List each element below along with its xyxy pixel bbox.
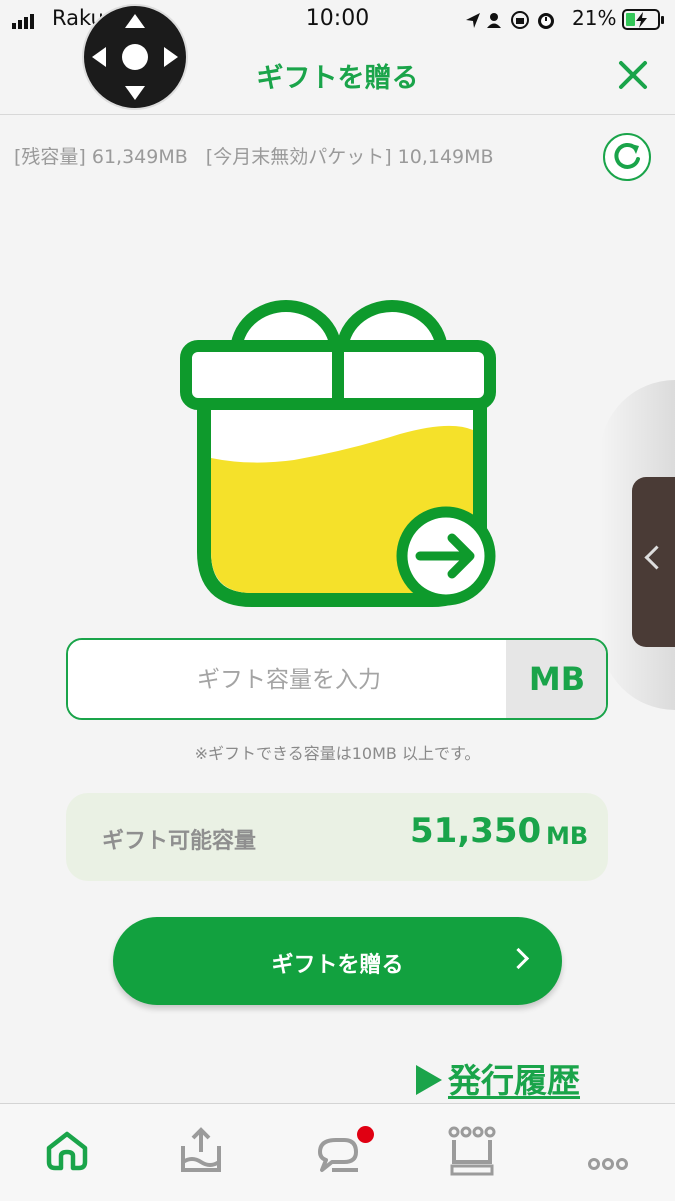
tab-data-transfer[interactable] — [171, 1122, 231, 1182]
person-icon — [490, 13, 498, 21]
close-icon[interactable] — [612, 54, 654, 96]
available-label: ギフト可能容量 — [102, 829, 257, 854]
unit-label: MB — [506, 640, 606, 718]
arrow-left-icon — [92, 47, 106, 67]
location-icon — [466, 13, 480, 28]
side-drawer-tab[interactable] — [632, 477, 675, 647]
arrow-down-icon — [125, 86, 145, 100]
tab-more[interactable] — [578, 1122, 638, 1182]
battery-icon — [622, 9, 664, 30]
chevron-left-icon — [644, 545, 669, 570]
home-icon — [46, 1131, 88, 1171]
joystick-center — [122, 44, 148, 70]
tab-bar — [0, 1103, 675, 1201]
status-icons — [466, 11, 554, 29]
remaining-capacity: [残容量] 61,349MB — [14, 146, 188, 168]
data-info: [残容量] 61,349MB [今月末無効パケット] 10,149MB — [14, 142, 494, 169]
refresh-icon — [614, 142, 640, 169]
expiring-packets: [今月末無効パケット] 10,149MB — [205, 146, 494, 168]
gift-box-icon — [180, 300, 496, 607]
history-label: 発行履歴 — [448, 1061, 580, 1100]
gift-amount-field: MB — [66, 638, 608, 720]
available-capacity-panel: ギフト可能容量 51,350 MB — [66, 793, 608, 881]
upload-icon — [181, 1127, 221, 1172]
history-link[interactable]: 発行履歴 — [416, 1054, 580, 1102]
joystick-overlay[interactable] — [82, 4, 188, 110]
gift-amount-input[interactable] — [68, 640, 510, 718]
available-unit: MB — [546, 822, 589, 850]
battery-percent: 21% — [572, 6, 617, 30]
tab-ranking[interactable] — [442, 1122, 502, 1182]
refresh-button[interactable] — [603, 133, 651, 181]
arrow-right-icon — [164, 47, 178, 67]
send-gift-label: ギフトを贈る — [271, 953, 404, 978]
notification-badge — [357, 1126, 374, 1143]
send-gift-button[interactable]: ギフトを贈る — [113, 917, 562, 1005]
crown-icon — [448, 1126, 496, 1176]
available-value: 51,350 — [410, 811, 542, 851]
minimum-note: ※ギフトできる容量は10MB 以上です。 — [194, 744, 481, 763]
arrow-up-icon — [125, 14, 145, 28]
more-icon — [588, 1158, 628, 1170]
play-arrow-icon — [416, 1065, 442, 1095]
tab-home[interactable] — [37, 1122, 97, 1182]
